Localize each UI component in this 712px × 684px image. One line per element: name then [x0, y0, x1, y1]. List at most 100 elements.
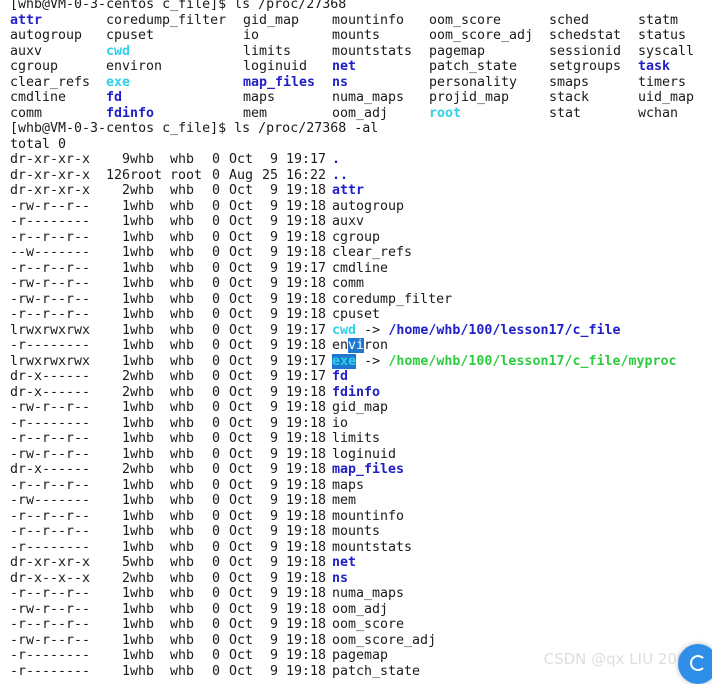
- link-count: 1: [121, 214, 130, 229]
- file-size: 0: [211, 663, 220, 679]
- owner: whb: [130, 663, 155, 679]
- link-count: 1: [121, 322, 130, 338]
- file-name: cwd: [332, 322, 357, 338]
- file-size: 0: [211, 477, 220, 493]
- file-size: 0: [211, 400, 220, 415]
- group: whb: [170, 260, 195, 276]
- owner: whb: [130, 307, 155, 322]
- owner: whb: [130, 338, 155, 353]
- day: 9: [269, 446, 278, 462]
- file-entry: cpuset: [106, 28, 155, 43]
- permissions: lrwxrwxrwx: [10, 322, 91, 338]
- owner: whb: [130, 245, 155, 260]
- owner: whb: [130, 415, 155, 431]
- file-name: environ: [332, 338, 388, 354]
- day: 9: [269, 276, 278, 291]
- file-entry: gid_map: [243, 12, 300, 28]
- permissions: -r--r--r--: [10, 431, 91, 446]
- permissions: -r--r--r--: [10, 477, 91, 493]
- permissions: -r--------: [10, 415, 91, 431]
- permissions: --w-------: [10, 245, 91, 260]
- owner: whb: [130, 648, 155, 663]
- time: 19:18: [286, 524, 327, 539]
- link-count: 2: [121, 570, 130, 586]
- permissions: -r--r--r--: [10, 508, 91, 524]
- month: Oct: [229, 183, 254, 198]
- month: Oct: [229, 493, 254, 508]
- month: Oct: [229, 307, 254, 322]
- month: Oct: [229, 539, 254, 555]
- file-entry: syscall: [638, 43, 695, 59]
- permissions: -r--r--r--: [10, 617, 91, 632]
- group: whb: [170, 601, 195, 617]
- permissions: dr-x------: [10, 369, 91, 384]
- file-name-part: en: [332, 338, 349, 353]
- permissions: dr-x------: [10, 384, 91, 400]
- group: whb: [170, 291, 195, 307]
- file-entry: sessionid: [549, 43, 622, 59]
- month: Oct: [229, 214, 254, 229]
- owner: whb: [130, 369, 155, 384]
- file-entry: pagemap: [429, 43, 486, 59]
- month: Oct: [229, 369, 254, 384]
- terminal-window[interactable]: [whb@VM-0-3-centos c_file]$ ls /proc/273…: [0, 0, 712, 680]
- link-count: 1: [121, 291, 130, 307]
- group: whb: [170, 586, 195, 601]
- file-entry: ns: [332, 74, 349, 90]
- file-entry: mem: [243, 105, 268, 121]
- group: whb: [170, 462, 195, 477]
- permissions: -r--r--r--: [10, 260, 91, 276]
- file-size: 0: [211, 198, 220, 214]
- permissions: -rw-r--r--: [10, 400, 91, 415]
- file-entry: environ: [106, 59, 163, 74]
- day: 9: [269, 183, 278, 198]
- time: 19:18: [286, 276, 327, 291]
- link-count: 1: [121, 632, 130, 648]
- file-entry: mounts: [332, 28, 381, 43]
- day: 9: [269, 617, 278, 632]
- file-name: map_files: [332, 462, 405, 477]
- owner: whb: [130, 322, 155, 338]
- owner: whb: [130, 617, 155, 632]
- file-name: mountinfo: [332, 508, 405, 524]
- floating-help-button[interactable]: [678, 644, 712, 684]
- owner: whb: [130, 214, 155, 229]
- file-entry: uid_map: [638, 90, 695, 105]
- link-count: 1: [121, 539, 130, 555]
- link-count: 1: [121, 477, 130, 493]
- time: 19:18: [286, 570, 327, 586]
- owner: whb: [130, 384, 155, 400]
- link-count: 2: [121, 369, 130, 384]
- day: 9: [269, 524, 278, 539]
- file-size: 0: [211, 586, 220, 601]
- group: root: [170, 167, 203, 183]
- permissions: dr-xr-xr-x: [10, 555, 91, 570]
- file-entry: attr: [10, 12, 43, 28]
- day: 9: [269, 322, 278, 338]
- file-entry: task: [638, 59, 671, 74]
- link-count: 2: [121, 462, 130, 477]
- file-size: 0: [211, 462, 220, 477]
- month: Oct: [229, 663, 254, 679]
- link-count: 5: [121, 555, 130, 570]
- link-count: 9: [121, 152, 130, 167]
- link-count: 1: [121, 353, 130, 369]
- file-size: 0: [211, 152, 220, 167]
- group: whb: [170, 570, 195, 586]
- owner: whb: [130, 601, 155, 617]
- file-size: 0: [211, 260, 220, 276]
- file-name: .: [332, 152, 341, 167]
- day: 9: [269, 555, 278, 570]
- file-entry: numa_maps: [332, 90, 405, 105]
- permissions: -r--------: [10, 338, 91, 353]
- file-entry: io: [243, 28, 260, 43]
- text-selection: vi: [348, 338, 365, 353]
- symlink-arrow: ->: [356, 322, 389, 338]
- file-size: 0: [211, 183, 220, 198]
- group: whb: [170, 198, 195, 214]
- permissions: -r--r--r--: [10, 229, 91, 245]
- link-count: 1: [121, 524, 130, 539]
- file-name: numa_maps: [332, 586, 405, 601]
- group: whb: [170, 415, 195, 431]
- file-entry: cwd: [106, 43, 131, 59]
